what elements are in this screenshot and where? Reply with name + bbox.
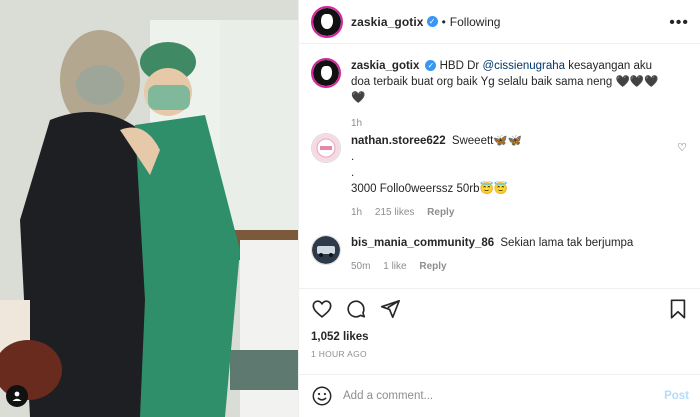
comment-text-line1: Sweeett🦋🦋 — [451, 135, 523, 147]
user-tag-icon[interactable] — [6, 385, 28, 407]
post-actions: 1,052 likes 1 HOUR AGO — [299, 288, 700, 366]
author-avatar-image — [313, 7, 341, 36]
caption-verified-icon: ✓ — [425, 60, 437, 72]
comment-reply-button[interactable]: Reply — [419, 261, 446, 272]
like-heart-icon[interactable] — [311, 298, 333, 320]
caption-username[interactable]: zaskia_gotix — [351, 60, 419, 72]
caption-mention-link[interactable]: @cissienugraha — [482, 60, 565, 72]
comment-avatar[interactable] — [311, 235, 341, 265]
separator-dot: • — [441, 14, 446, 29]
comment-avatar-image — [312, 134, 340, 162]
comment-text-line3: . — [351, 167, 355, 179]
comment-time: 50m — [351, 261, 371, 272]
comment-meta: 50m 1 like Reply — [351, 259, 666, 275]
post-header: zaskia_gotix ✓ • Following ••• — [299, 0, 700, 44]
post-comment-button[interactable]: Post — [664, 390, 689, 402]
comment-text: Sekian lama tak berjumpa — [500, 237, 634, 249]
caption-avatar[interactable] — [311, 58, 341, 88]
more-options-icon[interactable]: ••• — [669, 14, 689, 32]
comment-avatar[interactable] — [311, 133, 341, 163]
author-avatar[interactable] — [311, 5, 343, 38]
post-photo[interactable] — [0, 0, 298, 417]
share-send-icon[interactable] — [379, 298, 401, 320]
comment-time: 1h — [351, 207, 363, 218]
comment-username[interactable]: nathan.storee622 — [351, 135, 446, 147]
comment-item: bis_mania_community_86 Sekian lama tak b… — [311, 235, 666, 275]
comments-list[interactable]: zaskia_gotix ✓ HBD Dr @cissienugraha kesa… — [299, 45, 700, 285]
caption-text-prefix: HBD Dr — [439, 60, 480, 72]
author-username[interactable]: zaskia_gotix — [351, 15, 424, 29]
comment-item: nathan.storee622 Sweeett🦋🦋 . . 3000 Foll… — [311, 133, 666, 221]
comment-avatar-image — [312, 236, 340, 264]
comment-likes[interactable]: 1 like — [383, 261, 406, 272]
bookmark-icon[interactable] — [667, 298, 689, 320]
post-panel: zaskia_gotix ✓ • Following ••• zaskia_go… — [298, 0, 700, 417]
comment-bubble-icon[interactable] — [345, 298, 367, 320]
caption-avatar-image — [313, 60, 339, 86]
caption-entry: zaskia_gotix ✓ HBD Dr @cissienugraha kesa… — [311, 58, 666, 132]
comment-text-line2: . — [351, 151, 355, 163]
caption-body: zaskia_gotix ✓ HBD Dr @cissienugraha kesa… — [351, 58, 666, 132]
comment-like-icon[interactable]: ♡ — [677, 141, 687, 154]
emoji-icon[interactable] — [311, 385, 333, 407]
comment-body: nathan.storee622 Sweeett🦋🦋 . . 3000 Foll… — [351, 133, 666, 221]
add-comment-bar: Post — [299, 374, 700, 417]
comment-likes[interactable]: 215 likes — [375, 207, 414, 218]
caption-time: 1h — [351, 118, 363, 129]
comment-username[interactable]: bis_mania_community_86 — [351, 237, 494, 249]
post-timestamp: 1 HOUR AGO — [311, 349, 367, 359]
verified-badge-icon: ✓ — [426, 16, 438, 27]
comment-body: bis_mania_community_86 Sekian lama tak b… — [351, 235, 666, 275]
action-icons-row — [311, 297, 689, 321]
comment-input[interactable] — [343, 390, 665, 402]
following-button[interactable]: Following — [450, 15, 501, 29]
photo-scene — [0, 0, 298, 417]
comment-text-line4: 3000 Follo0weerssz 50rb😇😇 — [351, 183, 509, 195]
comment-reply-button[interactable]: Reply — [427, 207, 454, 218]
caption-meta: 1h — [351, 116, 666, 132]
likes-count[interactable]: 1,052 likes — [311, 331, 689, 343]
comment-meta: 1h 215 likes Reply — [351, 205, 666, 221]
